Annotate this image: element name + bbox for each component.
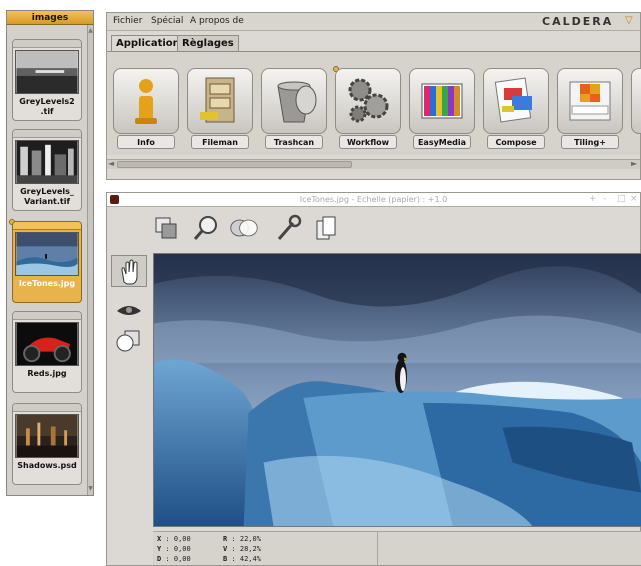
thumbnail-caption-line1: IceTones.jpg <box>18 279 76 288</box>
thumbnail-reds[interactable]: Reds.jpg <box>12 311 82 393</box>
overlay-icon[interactable] <box>229 213 259 243</box>
status-b: B : 42,4% <box>223 555 261 563</box>
scrollbar-thumb[interactable] <box>117 161 352 168</box>
thumbnail-caption-line1: GreyLevels_ <box>20 187 74 196</box>
scroll-up-icon[interactable]: ▲ <box>88 27 93 34</box>
scroll-down-icon[interactable]: ▼ <box>88 485 93 492</box>
app-next-partial[interactable] <box>631 68 641 150</box>
thumbnail-tab <box>13 404 81 412</box>
app-label: Trashcan <box>265 135 323 149</box>
hand-icon <box>121 259 138 285</box>
thumbnail-caption-line2: .tif <box>40 107 54 116</box>
window-add-button[interactable]: + <box>589 194 597 204</box>
app-label: Workflow <box>339 135 397 149</box>
thumbnail-image <box>15 232 79 276</box>
thumbnail-greylevels-variant[interactable]: GreyLevels_ Variant.tif <box>12 129 82 211</box>
thumbnail-caption-line1: Shadows.psd <box>17 461 77 470</box>
status-d: D : 0,00 <box>157 555 191 563</box>
wrench-icon[interactable] <box>273 213 303 243</box>
thumbnail-tab <box>13 40 81 48</box>
hand-tool-button[interactable] <box>111 255 147 287</box>
viewer-toolbar <box>151 213 381 245</box>
app-label: Fileman <box>191 135 249 149</box>
info-icon <box>135 79 157 124</box>
app-trashcan[interactable]: Trashcan <box>261 68 327 150</box>
panel-scrollbar[interactable]: ▲ ▼ <box>87 25 93 495</box>
brand-dropdown-icon[interactable]: ▽ <box>625 15 633 26</box>
gears-icon <box>348 78 389 123</box>
app-tile-face <box>631 68 641 134</box>
color-chart-icon <box>421 83 463 119</box>
image-browser-panel: images ▲ ▼ GreyLevels2 .tif GreyLevels_ … <box>6 10 94 496</box>
launcher-scrollbar[interactable]: ◄ ► <box>107 159 640 169</box>
thumbnail-caption-line2: Variant.tif <box>24 197 70 206</box>
app-tiling-plus[interactable]: Tiling+ <box>557 68 623 150</box>
app-label: Compose <box>487 135 545 149</box>
status-divider <box>377 532 378 566</box>
thumbnail-shadows[interactable]: Shadows.psd <box>12 403 82 485</box>
crop-icon[interactable] <box>151 213 181 243</box>
thumbnail-icetones[interactable]: IceTones.jpg <box>12 221 82 303</box>
window-maximize-button[interactable]: □ <box>617 194 626 204</box>
app-compose[interactable]: Compose <box>483 68 549 150</box>
tab-reglages[interactable]: Règlages <box>177 35 239 51</box>
panel-title: images <box>7 11 93 25</box>
status-y: Y : 0,00 <box>157 545 191 553</box>
shapes-icon[interactable] <box>111 325 147 357</box>
magnifier-icon[interactable] <box>191 213 221 243</box>
thumbnail-tab <box>13 130 81 138</box>
app-fileman[interactable]: Fileman <box>187 68 253 150</box>
viewer-title: IceTones.jpg - Echelle (papier) : +1.0 <box>299 195 448 204</box>
thumbnail-tab <box>13 312 81 320</box>
viewer-side-tools <box>111 255 149 375</box>
menu-fichier[interactable]: Fichier <box>113 16 142 26</box>
thumbnail-image <box>15 50 79 94</box>
viewer-titlebar[interactable]: IceTones.jpg - Echelle (papier) : +1.0 +… <box>107 193 640 207</box>
status-v: V : 28,2% <box>223 545 261 553</box>
status-bar: X : 0,00 Y : 0,00 D : 0,00 R : 22,0% V :… <box>153 531 641 566</box>
thumbnail-greylevels2[interactable]: GreyLevels2 .tif <box>12 39 82 121</box>
app-label: EasyMedia <box>413 135 471 149</box>
thumbnail-image <box>15 322 79 366</box>
application-launcher-strip: Info Fileman Trashcan Workflow EasyMedia… <box>107 51 641 155</box>
thumbnail-image <box>15 140 79 184</box>
image-viewer-window: IceTones.jpg - Echelle (papier) : +1.0 +… <box>106 192 641 566</box>
window-minimize-button[interactable]: - <box>603 194 606 204</box>
menu-a-propos[interactable]: A propos de <box>190 16 244 26</box>
menu-bar: Fichier Spécial A propos de CALDERA ▽ <box>107 13 640 31</box>
tiling-icon <box>569 81 611 121</box>
thumbnail-tab <box>13 222 81 230</box>
app-label: Info <box>117 135 175 149</box>
app-easymedia[interactable]: EasyMedia <box>409 68 475 150</box>
scroll-right-icon[interactable]: ► <box>631 159 637 168</box>
status-r: R : 22,0% <box>223 535 261 543</box>
main-image-canvas[interactable] <box>153 253 641 527</box>
thumbnail-image <box>15 414 79 458</box>
eye-icon[interactable] <box>111 295 147 327</box>
app-info[interactable]: Info <box>113 68 179 150</box>
scroll-left-icon[interactable]: ◄ <box>108 159 114 168</box>
window-close-button[interactable]: × <box>630 194 638 204</box>
status-x: X : 0,00 <box>157 535 191 543</box>
compose-icon <box>494 77 532 123</box>
menu-special[interactable]: Spécial <box>151 16 183 26</box>
pages-icon[interactable] <box>311 213 341 243</box>
thumbnail-caption-line1: GreyLevels2 <box>19 97 75 106</box>
app-workflow[interactable]: Workflow <box>335 68 401 150</box>
trashcan-icon <box>277 81 317 123</box>
application-bar: Fichier Spécial A propos de CALDERA ▽ Ap… <box>106 12 641 180</box>
app-label: Tiling+ <box>561 135 619 149</box>
thumbnail-caption-line1: Reds.jpg <box>27 369 67 378</box>
file-cabinet-icon <box>200 77 235 123</box>
brand-logo: CALDERA <box>542 15 614 28</box>
